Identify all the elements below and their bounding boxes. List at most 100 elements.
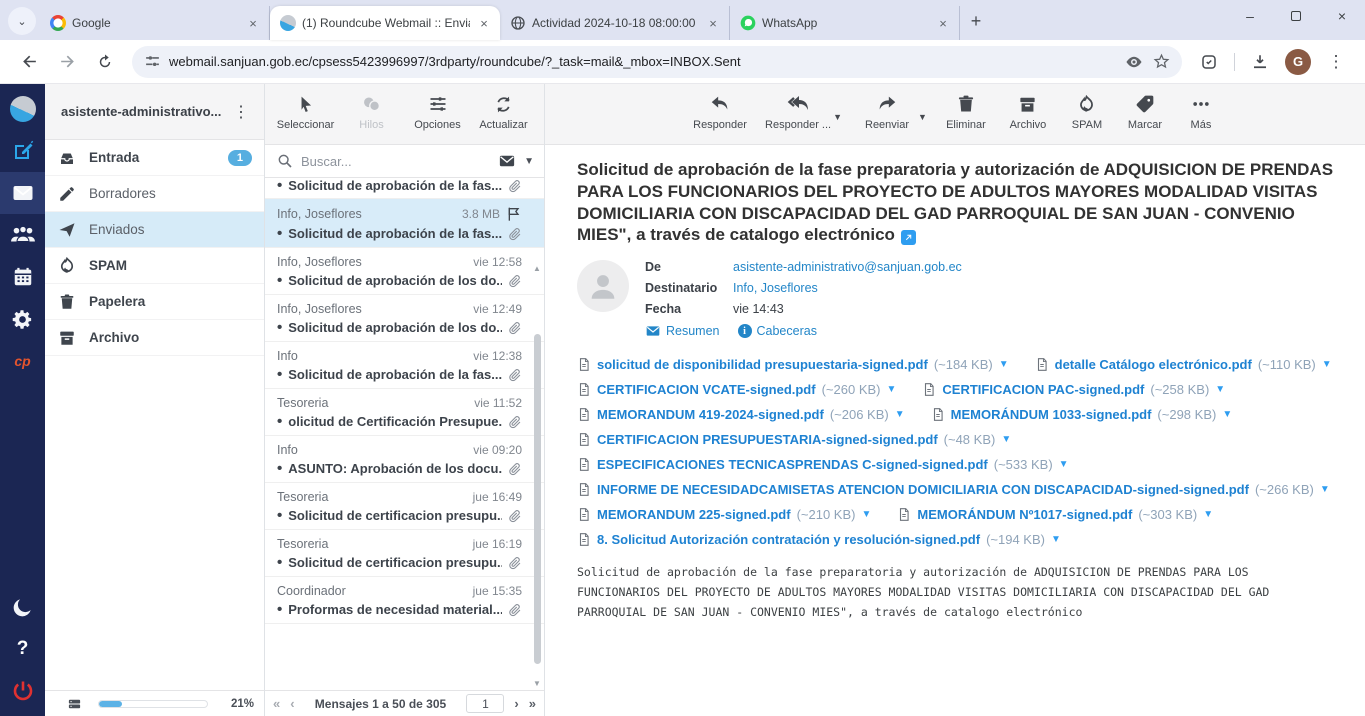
message-row[interactable]: Infovie 12:38•Solicitud de aprobación de… (265, 342, 544, 389)
threads-button[interactable]: Hilos (343, 93, 401, 131)
browser-menu-icon[interactable]: ⋮ (1321, 47, 1351, 77)
rail-logout-button[interactable] (0, 670, 45, 712)
attachment-menu-icon[interactable]: ▼ (999, 359, 1009, 370)
forward-button[interactable]: Reenviar (858, 93, 916, 131)
profile-avatar[interactable]: G (1285, 49, 1311, 75)
mark-button[interactable]: Marcar (1123, 93, 1167, 131)
browser-tab[interactable]: Actividad 2024-10-18 08:00:00× (500, 6, 730, 40)
rail-darkmode-button[interactable] (0, 586, 45, 628)
attachment-menu-icon[interactable]: ▼ (1320, 484, 1330, 495)
sidebar-item-enviados[interactable]: Enviados (45, 212, 264, 248)
search-input[interactable] (301, 154, 490, 169)
attachment-menu-icon[interactable]: ▼ (1215, 384, 1225, 395)
new-tab-button[interactable]: + (962, 7, 990, 35)
sidebar-item-borradores[interactable]: Borradores (45, 176, 264, 212)
sidebar-item-spam[interactable]: SPAM (45, 248, 264, 284)
attachment-menu-icon[interactable]: ▼ (1203, 509, 1213, 520)
attachment-menu-icon[interactable]: ▼ (1059, 459, 1069, 470)
archive-button[interactable]: Archivo (1005, 93, 1051, 131)
list-scrollbar[interactable]: ▲ ▼ (532, 264, 543, 688)
rail-settings-button[interactable] (0, 298, 45, 340)
close-button[interactable]: × (1319, 0, 1365, 32)
search-chevron-icon[interactable]: ▼ (524, 156, 534, 167)
spam-button[interactable]: SPAM (1067, 93, 1107, 131)
attachment-name-link[interactable]: CERTIFICACION PAC-signed.pdf (942, 382, 1144, 397)
restore-button[interactable] (1273, 0, 1319, 32)
attachment-item[interactable]: CERTIFICACION PAC-signed.pdf(~258 KB)▼ (922, 382, 1225, 397)
attachment-item[interactable]: MEMORANDUM 225-signed.pdf(~210 KB)▼ (577, 507, 871, 522)
tab-close-icon[interactable]: × (476, 15, 492, 31)
attachment-menu-icon[interactable]: ▼ (1001, 434, 1011, 445)
minimize-button[interactable]: – (1227, 0, 1273, 32)
attachment-name-link[interactable]: CERTIFICACION VCATE-signed.pdf (597, 382, 816, 397)
attachment-item[interactable]: MEMORÁNDUM 1033-signed.pdf(~298 KB)▼ (931, 407, 1233, 422)
sidebar-item-archivo[interactable]: Archivo (45, 320, 264, 356)
eye-icon[interactable] (1125, 53, 1143, 71)
attachment-item[interactable]: CERTIFICACION VCATE-signed.pdf(~260 KB)▼ (577, 382, 896, 397)
back-button[interactable] (14, 47, 44, 77)
options-button[interactable]: Opciones (409, 93, 467, 131)
flag-icon[interactable] (506, 206, 522, 222)
browser-tab[interactable]: (1) Roundcube Webmail :: Envia× (270, 6, 500, 40)
next-page-button[interactable]: › (514, 696, 518, 711)
address-bar[interactable]: webmail.sanjuan.gob.ec/cpsess5423996997/… (132, 46, 1182, 78)
select-button[interactable]: Seleccionar (277, 93, 335, 131)
message-row[interactable]: Info, Josefloresvie 12:58•Solicitud de a… (265, 248, 544, 295)
message-row[interactable]: Tesoreriajue 16:49•Solicitud de certific… (265, 483, 544, 530)
rail-help-button[interactable]: ? (0, 628, 45, 670)
attachment-name-link[interactable]: MEMORANDUM 225-signed.pdf (597, 507, 791, 522)
attachment-item[interactable]: solicitud de disponibilidad presupuestar… (577, 357, 1009, 372)
rail-contacts-button[interactable] (0, 214, 45, 256)
page-input[interactable] (466, 694, 504, 713)
prev-page-button[interactable]: ‹ (290, 696, 294, 711)
from-address-link[interactable]: asistente-administrativo@sanjuan.gob.ec (733, 260, 962, 274)
message-row[interactable]: Info, Josefloresvie 12:49•Solicitud de a… (265, 295, 544, 342)
external-edit-icon[interactable] (901, 230, 916, 245)
attachment-name-link[interactable]: 8. Solicitud Autorización contratación y… (597, 532, 980, 547)
refresh-button[interactable]: Actualizar (475, 93, 533, 131)
reply-button[interactable]: Responder (691, 93, 749, 131)
rail-calendar-button[interactable] (0, 256, 45, 298)
attachment-menu-icon[interactable]: ▼ (861, 509, 871, 520)
to-recipients-link[interactable]: Info, Joseflores (733, 281, 818, 295)
attachment-item[interactable]: MEMORÁNDUM Nº1017-signed.pdf(~303 KB)▼ (897, 507, 1213, 522)
summary-button[interactable]: Resumen (645, 323, 720, 339)
reload-button[interactable] (90, 47, 120, 77)
attachment-name-link[interactable]: detalle Catálogo electrónico.pdf (1055, 357, 1252, 372)
message-row[interactable]: Tesoreriavie 11:52•olicitud de Certifica… (265, 389, 544, 436)
folder-options-icon[interactable]: ⋮ (229, 102, 254, 122)
attachment-name-link[interactable]: solicitud de disponibilidad presupuestar… (597, 357, 928, 372)
rail-compose-button[interactable] (0, 130, 45, 172)
sidebar-item-entrada[interactable]: Entrada1 (45, 140, 264, 176)
forward-caret-icon[interactable]: ▼ (918, 112, 927, 131)
attachment-menu-icon[interactable]: ▼ (895, 409, 905, 420)
attachment-name-link[interactable]: MEMORÁNDUM 1033-signed.pdf (951, 407, 1152, 422)
attachment-item[interactable]: CERTIFICACION PRESUPUESTARIA-signed-sign… (577, 432, 1011, 447)
message-row[interactable]: Tesoreriajue 16:19•Solicitud de certific… (265, 530, 544, 577)
forward-button[interactable] (52, 47, 82, 77)
delete-button[interactable]: Eliminar (943, 93, 989, 131)
browser-tab[interactable]: Google× (40, 6, 270, 40)
download-icon[interactable] (1245, 47, 1275, 77)
message-row[interactable]: •Solicitud de aprobación de la fas... (265, 178, 544, 199)
bookmark-star-icon[interactable] (1153, 53, 1170, 70)
attachment-item[interactable]: detalle Catálogo electrónico.pdf(~110 KB… (1035, 357, 1332, 372)
message-row[interactable]: Infovie 09:20•ASUNTO: Aprobación de los … (265, 436, 544, 483)
tab-close-icon[interactable]: × (935, 15, 951, 31)
attachment-menu-icon[interactable]: ▼ (1322, 359, 1332, 370)
more-button[interactable]: Más (1183, 93, 1219, 131)
scroll-down-icon[interactable]: ▼ (533, 679, 541, 688)
search-scope-icon[interactable] (498, 152, 516, 170)
attachment-name-link[interactable]: ESPECIFICACIONES TECNICASPRENDAS C-signe… (597, 457, 988, 472)
scrollbar-thumb[interactable] (534, 334, 541, 664)
attachment-name-link[interactable]: INFORME DE NECESIDADCAMISETAS ATENCION D… (597, 482, 1249, 497)
tab-close-icon[interactable]: × (705, 15, 721, 31)
rail-cpanel-button[interactable]: cp (0, 340, 45, 382)
tab-search-button[interactable]: ⌄ (8, 7, 36, 35)
headers-button[interactable]: iCabeceras (738, 324, 817, 338)
sidebar-item-papelera[interactable]: Papelera (45, 284, 264, 320)
site-settings-icon[interactable] (144, 53, 161, 70)
attachment-item[interactable]: MEMORANDUM 419-2024-signed.pdf(~206 KB)▼ (577, 407, 905, 422)
attachment-item[interactable]: ESPECIFICACIONES TECNICASPRENDAS C-signe… (577, 457, 1069, 472)
message-row[interactable]: Info, Joseflores3.8 MB•Solicitud de apro… (265, 199, 544, 248)
